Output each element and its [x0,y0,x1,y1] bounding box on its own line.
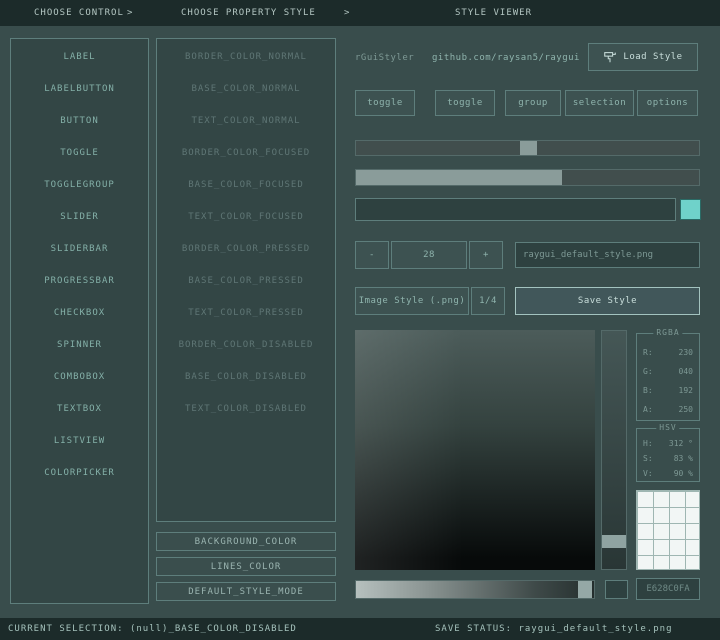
image-style-button[interactable]: Image Style (.png) [355,287,469,315]
hsv-v-value: 90 % [674,469,693,478]
hsv-group: HSV H: 312 ° S: 83 % V: 90 % [636,428,700,482]
rgba-g-label: G: [643,367,653,376]
style-combo-box[interactable]: 1/4 [471,287,505,315]
rgba-b-label: B: [643,386,653,395]
control-item[interactable]: SLIDER [11,201,148,233]
progress-bar[interactable] [355,169,700,186]
hue-slider[interactable] [601,330,627,570]
control-item[interactable]: LABEL [11,41,148,73]
control-item[interactable]: SLIDERBAR [11,233,148,265]
spinner-minus-button[interactable]: - [355,241,389,269]
control-item[interactable]: CHECKBOX [11,297,148,329]
slider-handle[interactable] [520,141,537,155]
slider[interactable] [355,140,700,156]
control-item[interactable]: BUTTON [11,105,148,137]
control-item[interactable]: TEXTBOX [11,393,148,425]
alpha-slider[interactable] [355,580,595,599]
control-item[interactable]: PROGRESSBAR [11,265,148,297]
spinner-plus-button[interactable]: + [469,241,503,269]
control-item[interactable]: SPINNER [11,329,148,361]
color-picker-panel[interactable] [355,330,595,570]
hsv-row-s: S: 83 % [637,451,699,466]
rgba-a-value: 250 [679,405,693,414]
property-item[interactable]: BASE_COLOR_DISABLED [157,361,335,393]
load-style-button[interactable]: Load Style [588,43,698,71]
alpha-slider-handle[interactable] [578,581,592,598]
controls-list-panel: LABEL LABELBUTTON BUTTON TOGGLE TOGGLEGR… [10,38,149,604]
control-item[interactable]: TOGGLEGROUP [11,169,148,201]
rgba-r-value: 230 [679,348,693,357]
rgba-group: RGBA R: 230 G: 040 B: 192 A: 250 [636,333,700,421]
hsv-v-label: V: [643,469,653,478]
rgba-a-label: A: [643,405,653,414]
properties-list-panel: BORDER_COLOR_NORMAL BASE_COLOR_NORMAL TE… [156,38,336,522]
property-item[interactable]: TEXT_COLOR_PRESSED [157,297,335,329]
hsv-h-label: H: [643,439,653,448]
small-checkbox[interactable] [605,580,628,599]
app-title-label: rGuiStyler [355,53,414,63]
property-item[interactable]: BORDER_COLOR_FOCUSED [157,137,335,169]
nav-separator-icon: > [127,8,133,18]
property-item[interactable]: BASE_COLOR_FOCUSED [157,169,335,201]
control-item[interactable]: COMBOBOX [11,361,148,393]
rgba-r-label: R: [643,348,653,357]
property-item[interactable]: BORDER_COLOR_PRESSED [157,233,335,265]
nav-choose-control[interactable]: CHOOSE CONTROL [34,8,124,18]
nav-style-viewer: STYLE VIEWER [455,8,532,18]
property-item[interactable]: BORDER_COLOR_NORMAL [157,41,335,73]
hsv-s-value: 83 % [674,454,693,463]
background-color-button[interactable]: BACKGROUND_COLOR [156,532,336,551]
spinner-value-box[interactable]: 28 [391,241,467,269]
hue-slider-handle[interactable] [602,535,626,548]
toggle-group-item-group[interactable]: group [505,90,561,116]
repo-link[interactable]: github.com/raysan5/raygui [432,53,580,63]
control-item[interactable]: COLORPICKER [11,457,148,489]
hsv-row-v: V: 90 % [637,466,699,481]
rgba-row-r: R: 230 [637,343,699,362]
color-swatch-grid[interactable] [636,490,700,570]
current-selection-status: CURRENT SELECTION: (null)_BASE_COLOR_DIS… [8,624,297,634]
save-style-button[interactable]: Save Style [515,287,700,315]
hex-color-input[interactable]: E628C0FA [636,578,700,600]
control-item[interactable]: LABELBUTTON [11,73,148,105]
toggle-group-item-selection[interactable]: selection [565,90,634,116]
save-status: SAVE STATUS: raygui_default_style.png [435,624,672,634]
nav-choose-property-style[interactable]: CHOOSE PROPERTY STYLE [181,8,316,18]
default-style-mode-button[interactable]: DEFAULT_STYLE_MODE [156,582,336,601]
rgba-row-g: G: 040 [637,362,699,381]
hsv-row-h: H: 312 ° [637,436,699,451]
hsv-s-label: S: [643,454,653,463]
lines-color-button[interactable]: LINES_COLOR [156,557,336,576]
nav-separator-icon: > [344,8,350,18]
filename-input[interactable]: raygui_default_style.png [515,242,700,268]
checkbox[interactable] [680,199,701,220]
progress-bar-fill [356,170,562,185]
hsv-group-title: HSV [656,423,679,432]
property-item[interactable]: TEXT_COLOR_DISABLED [157,393,335,425]
text-input[interactable] [355,198,676,221]
hsv-h-value: 312 ° [669,439,693,448]
paint-roller-icon [603,50,617,64]
control-item[interactable]: LISTVIEW [11,425,148,457]
toggle-button-2[interactable]: toggle [435,90,495,116]
control-item[interactable]: TOGGLE [11,137,148,169]
rgba-row-b: B: 192 [637,381,699,400]
top-bar: CHOOSE CONTROL > CHOOSE PROPERTY STYLE >… [0,0,720,26]
property-item[interactable]: BASE_COLOR_PRESSED [157,265,335,297]
property-item[interactable]: TEXT_COLOR_FOCUSED [157,201,335,233]
load-style-button-label: Load Style [623,52,682,62]
rguistyler-window: CHOOSE CONTROL > CHOOSE PROPERTY STYLE >… [0,0,720,640]
property-item[interactable]: TEXT_COLOR_NORMAL [157,105,335,137]
property-item[interactable]: BORDER_COLOR_DISABLED [157,329,335,361]
rgba-group-title: RGBA [653,328,682,337]
rgba-g-value: 040 [679,367,693,376]
toggle-button-1[interactable]: toggle [355,90,415,116]
property-item[interactable]: BASE_COLOR_NORMAL [157,73,335,105]
rgba-b-value: 192 [679,386,693,395]
toggle-group-item-options[interactable]: options [637,90,698,116]
rgba-row-a: A: 250 [637,400,699,419]
status-bar: CURRENT SELECTION: (null)_BASE_COLOR_DIS… [0,618,720,640]
